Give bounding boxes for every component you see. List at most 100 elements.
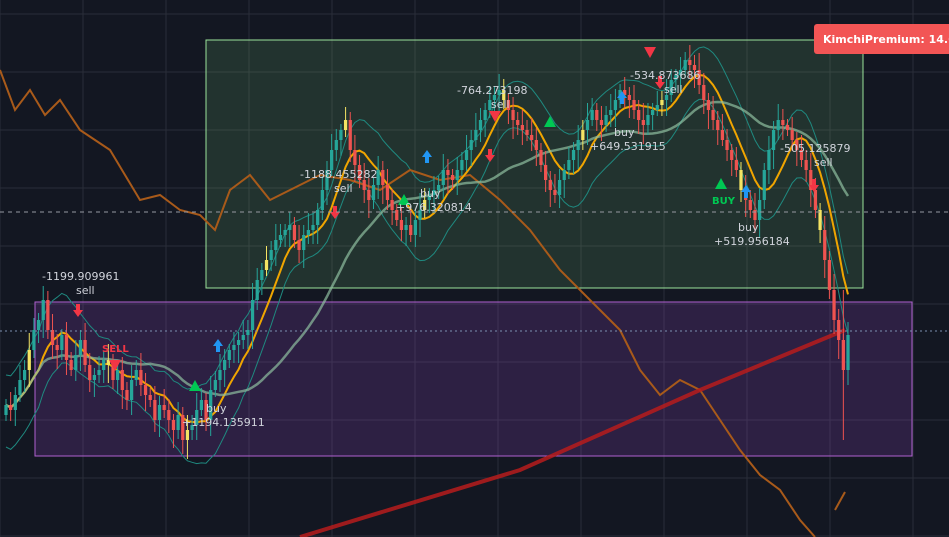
candle-body-21: [102, 360, 106, 370]
annotation-value-2: -1188.455282: [300, 168, 377, 181]
candle-body-70: [330, 150, 334, 170]
annotation-side-7: buy: [738, 221, 759, 234]
candle-body-141: [660, 100, 664, 105]
candle-body-14: [69, 360, 73, 370]
candle-body-25: [120, 370, 124, 390]
signal-label-buy: BUY: [712, 196, 736, 207]
candle-body-158: [739, 170, 743, 190]
chart-canvas[interactable]: BUYSELL -1199.909961sell+1194.135911buy-…: [0, 0, 949, 537]
annotation-value-8: -505.125879: [780, 142, 850, 155]
annotation-side-5: buy: [614, 126, 635, 139]
annotation-side-0: sell: [76, 284, 95, 297]
candle-body-131: [613, 100, 618, 110]
candle-body-10: [50, 330, 55, 345]
candle-body-165: [771, 130, 776, 150]
candle-body-101: [474, 130, 478, 140]
candle-body-118: [553, 190, 557, 195]
candle-body-6: [32, 330, 36, 350]
candle-body-88: [413, 220, 417, 235]
candle-body-121: [567, 160, 571, 170]
candle-body-62: [292, 225, 297, 240]
candle-body-47: [223, 360, 227, 370]
candle-body-42: [199, 400, 204, 410]
candle-body-27: [129, 380, 134, 400]
candle-body-137: [641, 120, 645, 125]
candle-body-100: [469, 140, 473, 150]
candle-body-127: [595, 110, 599, 120]
candle-body-154: [720, 130, 725, 140]
candle-body-124: [581, 130, 585, 140]
candle-body-49: [232, 345, 236, 350]
candle-body-12: [60, 335, 64, 350]
candle-body-59: [278, 235, 283, 240]
candle-body-175: [818, 210, 822, 230]
candle-body-117: [548, 180, 552, 190]
candle-body-33: [157, 405, 162, 420]
candle-body-123: [576, 140, 580, 150]
candle-body-68: [320, 190, 324, 210]
candle-body-66: [311, 225, 315, 230]
candle-body-50: [236, 340, 241, 345]
candle-body-95: [446, 170, 450, 175]
candle-body-11: [55, 345, 59, 350]
candle-body-122: [571, 150, 576, 160]
candle-body-115: [539, 150, 543, 165]
annotation-value-4: -764.273198: [457, 84, 527, 97]
candle-body-26: [125, 390, 129, 400]
candle-body-13: [64, 335, 69, 360]
candle-body-60: [283, 230, 287, 235]
candle-body-0: [4, 405, 8, 415]
annotation-value-5: +649.531915: [590, 140, 666, 153]
candle-body-85: [399, 220, 404, 230]
candle-body-138: [646, 115, 650, 125]
candle-body-55: [260, 270, 264, 280]
candle-body-181: [846, 335, 850, 370]
candle-body-111: [520, 125, 524, 130]
candle-body-9: [46, 300, 50, 330]
candle-body-67: [316, 210, 320, 225]
candle-body-56: [264, 260, 269, 270]
candle-body-81: [381, 170, 385, 185]
candle-body-87: [409, 225, 413, 235]
candle-body-2: [13, 395, 17, 410]
candle-body-139: [650, 110, 655, 115]
candle-body-112: [525, 130, 529, 135]
candle-body-172: [804, 160, 808, 170]
candle-body-157: [734, 160, 738, 170]
candle-body-73: [343, 120, 348, 130]
candle-body-78: [367, 190, 371, 200]
candle-body-152: [711, 110, 715, 120]
candle-body-110: [516, 120, 520, 125]
candle-body-31: [148, 395, 152, 400]
candle-body-36: [171, 420, 176, 430]
candle-body-77: [362, 180, 366, 190]
candle-body-153: [716, 120, 720, 130]
candle-body-169: [790, 130, 794, 140]
candle-body-18: [88, 365, 92, 380]
candle-body-109: [511, 110, 515, 120]
candle-body-113: [530, 135, 534, 140]
candle-body-54: [255, 280, 259, 300]
candle-body-163: [762, 170, 766, 200]
candle-body-30: [143, 385, 148, 395]
candle-body-1: [9, 405, 13, 410]
candle-body-4: [22, 370, 27, 380]
candle-body-58: [274, 240, 278, 250]
candle-body-160: [748, 200, 752, 210]
candle-body-45: [213, 380, 217, 390]
candle-body-135: [632, 100, 636, 110]
candle-body-20: [97, 370, 101, 375]
candle-body-16: [78, 340, 83, 355]
annotation-side-3: buy: [420, 187, 441, 200]
signal-label-sell: SELL: [102, 344, 129, 355]
candle-body-128: [599, 120, 604, 125]
annotation-side-1: buy: [206, 402, 227, 415]
candle-body-48: [227, 350, 231, 360]
candle-body-178: [832, 290, 836, 320]
candle-body-35: [167, 410, 171, 420]
kimchi-premium-badge[interactable]: KimchiPremium: 14.625: [814, 24, 949, 54]
candle-body-61: [288, 225, 292, 230]
trading-chart[interactable]: BUY SELL -1199.909961 sell +1194.135911 buy -…: [0, 0, 949, 537]
candle-body-174: [813, 190, 818, 210]
candle-body-136: [637, 110, 641, 120]
